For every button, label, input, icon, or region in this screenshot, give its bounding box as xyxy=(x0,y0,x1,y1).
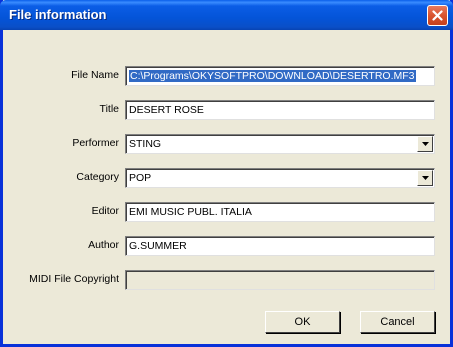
ok-button[interactable]: OK xyxy=(265,311,340,333)
editor-field[interactable]: EMI MUSIC PUBL. ITALIA xyxy=(125,202,435,222)
close-icon xyxy=(432,10,443,21)
performer-combobox[interactable]: STING xyxy=(125,134,435,154)
title-field[interactable]: DESERT ROSE xyxy=(125,100,435,120)
chevron-down-icon xyxy=(421,142,429,146)
file-name-field[interactable]: C:\Programs\OKYSOFTPRO\DOWNLOAD\DESERTRO… xyxy=(125,66,435,86)
title-bar[interactable]: File information xyxy=(0,0,453,30)
performer-label: Performer xyxy=(72,137,119,149)
performer-dropdown-button[interactable] xyxy=(417,136,433,152)
category-combobox[interactable]: POP xyxy=(125,168,435,188)
file-name-value: C:\Programs\OKYSOFTPRO\DOWNLOAD\DESERTRO… xyxy=(129,70,416,82)
editor-label: Editor xyxy=(91,205,119,217)
title-label: Title xyxy=(99,103,119,115)
close-button[interactable] xyxy=(427,5,448,26)
dialog-title: File information xyxy=(9,7,107,22)
category-label: Category xyxy=(76,171,119,183)
midi-copyright-field xyxy=(125,270,435,290)
category-dropdown-button[interactable] xyxy=(417,170,433,186)
category-value: POP xyxy=(129,172,152,184)
file-name-label: File Name xyxy=(71,69,119,81)
performer-value: STING xyxy=(129,138,162,150)
author-field[interactable]: G.SUMMER xyxy=(125,236,435,256)
midi-copyright-label: MIDI File Copyright xyxy=(29,273,119,285)
chevron-down-icon xyxy=(421,176,429,180)
cancel-button[interactable]: Cancel xyxy=(360,311,435,333)
author-label: Author xyxy=(88,239,119,251)
file-information-dialog: File information File Name C:\Programs\O… xyxy=(0,0,453,347)
